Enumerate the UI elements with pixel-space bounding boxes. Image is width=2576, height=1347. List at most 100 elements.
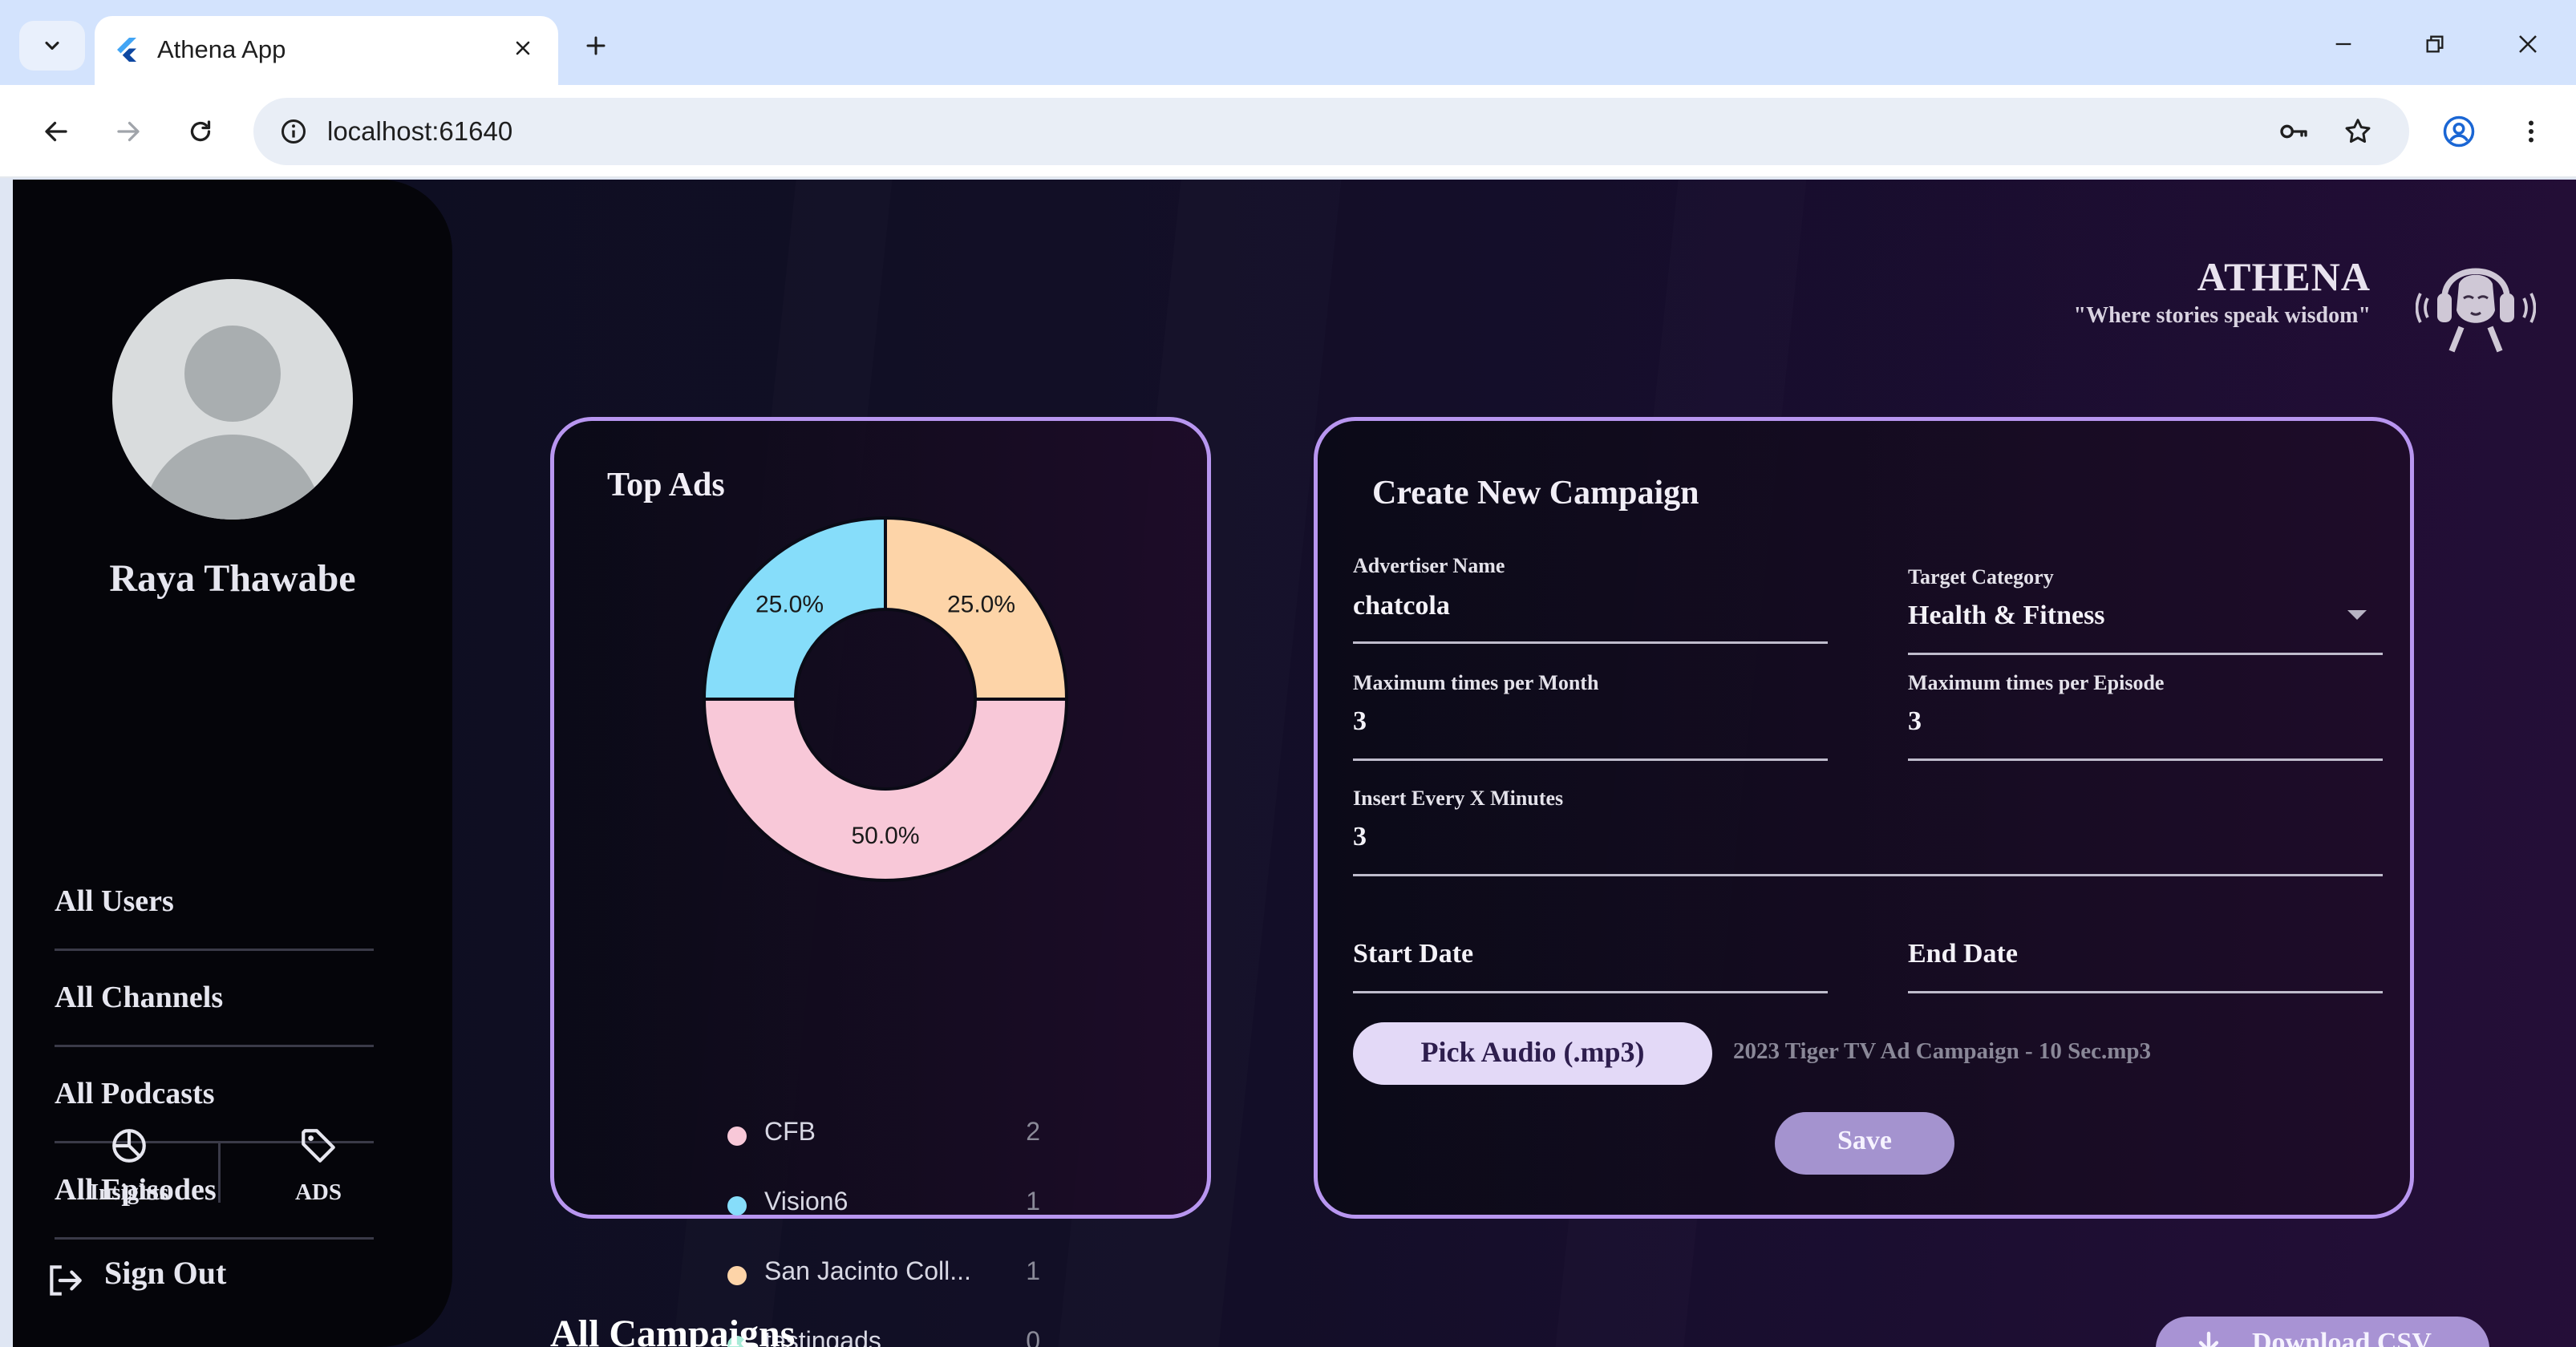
all-campaigns-title: All Campaigns [550,1313,796,1347]
legend-label: Vision6 [764,1187,849,1216]
restore-button[interactable] [2403,18,2467,71]
plus-icon [586,36,606,55]
tab-close-button[interactable] [505,30,541,66]
user-name: Raya Thawabe [109,557,356,600]
advertiser-name-field[interactable]: Advertiser Name chatcola [1353,549,1828,644]
address-bar[interactable]: localhost:61640 [253,98,2409,165]
sidebar-item-all-channels[interactable]: All Channels [55,951,374,1047]
arrow-left-icon [45,121,67,142]
max-times-per-month-field[interactable]: Maximum times per Month 3 [1353,666,1828,761]
field-value: 3 [1353,822,1367,851]
legend-label: CFB [764,1117,816,1146]
download-csv-label: Download CSV [2252,1328,2432,1347]
account-icon [2443,115,2475,148]
minimize-icon [2335,42,2351,46]
close-icon [516,41,530,55]
browser-tab-bar: Athena App [0,0,2576,85]
legend-dot [727,1127,747,1146]
tag-icon [302,1129,335,1163]
sign-out-label: Sign Out [104,1255,227,1291]
logout-icon [50,1265,82,1296]
tab-insights[interactable]: Insights [61,1126,197,1214]
target-category-select[interactable]: Target Category Health & Fitness [1908,560,2383,655]
profile-button[interactable] [2433,106,2485,157]
site-info-button[interactable] [269,107,318,156]
forward-button[interactable] [103,106,154,157]
legend-count: 0 [1026,1326,1040,1347]
more-vertical-icon [2529,120,2533,143]
browser-tab[interactable]: Athena App [95,16,558,85]
insert-every-x-minutes-field[interactable]: Insert Every X Minutes 3 [1353,782,2383,876]
max-times-per-episode-field[interactable]: Maximum times per Episode 3 [1908,666,2383,761]
chevron-down-icon [45,41,59,51]
field-label: Maximum times per Month [1353,671,1599,694]
sidebar-item-label: All Podcasts [55,1077,215,1110]
download-icon [2198,1331,2219,1347]
legend-item: Vision6 1 [727,1179,1040,1227]
brand-name: ATHENA [2197,254,2371,299]
brand-block: ATHENA "Where stories speak wisdom" [2074,253,2371,329]
legend-label: San Jacinto Coll... [764,1256,971,1285]
donut-slice-0[interactable] [702,698,1069,882]
tab-ads-label: ADS [294,1179,342,1205]
pick-audio-button[interactable]: Pick Audio (.mp3) [1353,1022,1712,1085]
top-ads-donut-chart: 50.0% 25.0% 25.0% [702,516,1069,882]
browser-toolbar: localhost:61640 [0,85,2576,178]
legend-dot [727,1196,747,1216]
tab-title: Athena App [157,35,286,63]
minimize-button[interactable] [2311,18,2376,71]
password-key-button[interactable] [2271,109,2316,154]
save-button[interactable]: Save [1775,1112,1954,1175]
tab-search-button[interactable] [19,21,85,71]
url-text: localhost:61640 [327,116,513,146]
legend-dot [727,1266,747,1285]
sidebar-item-all-users[interactable]: All Users [55,855,374,951]
legend-count: 1 [1026,1187,1040,1216]
create-campaign-card: Create New Campaign Advertiser Name chat… [1314,417,2414,1219]
legend-item: CFB 2 [727,1109,1040,1157]
avatar-head [184,326,281,422]
donut-slice-label: 25.0% [947,591,1015,617]
end-date-field[interactable]: End Date [1908,921,2383,993]
info-icon [281,119,306,144]
field-value: 3 [1908,706,1922,736]
star-icon [2345,119,2371,144]
brand-tagline: "Where stories speak wisdom" [2073,303,2371,328]
reload-button[interactable] [175,106,226,157]
top-ads-card: Top Ads 50.0% 25.0% 25.0% CFB 2 Vision6 1 … [550,417,1211,1347]
field-value: Health & Fitness [1908,601,2105,630]
tab-insights-label: Insights [89,1179,169,1205]
selected-audio-file: 2023 Tiger TV Ad Campaign - 10 Sec.mp3 [1733,1038,2152,1064]
field-label: Maximum times per Episode [1908,671,2165,694]
reload-icon [190,120,211,142]
avatar-body [143,435,322,520]
start-date-field[interactable]: Start Date [1353,921,1828,993]
tab-ads[interactable]: ADS [250,1126,387,1214]
sidebar-item-label: All Users [55,884,174,918]
sidebar: Raya Thawabe All Users All Channels All … [13,180,452,1347]
download-csv-button[interactable]: Download CSV [2156,1317,2489,1347]
bookmark-button[interactable] [2335,109,2380,154]
sidebar-item-label: All Channels [55,981,224,1014]
field-value: 3 [1353,706,1367,736]
donut-slice-label: 50.0% [851,823,919,849]
athena-headphones-logo [2416,268,2536,353]
avatar[interactable] [112,279,353,520]
field-label: Advertiser Name [1353,554,1505,577]
window-close-button[interactable] [2496,18,2560,71]
field-value: End Date [1908,939,2018,969]
legend-count: 2 [1026,1117,1040,1146]
new-tab-button[interactable] [574,24,618,67]
create-campaign-title: Create New Campaign [1372,475,1699,512]
key-icon [2280,124,2307,139]
pie-chart-icon [112,1129,146,1163]
field-value: Start Date [1353,939,1474,969]
app-viewport: Raya Thawabe All Users All Channels All … [13,180,2576,1347]
browser-menu-button[interactable] [2505,106,2557,157]
restore-icon [2426,35,2444,53]
field-label: Target Category [1908,565,2054,589]
close-icon [2519,35,2537,53]
donut-slice-label: 25.0% [755,591,824,617]
back-button[interactable] [30,106,82,157]
top-ads-title: Top Ads [607,467,725,504]
